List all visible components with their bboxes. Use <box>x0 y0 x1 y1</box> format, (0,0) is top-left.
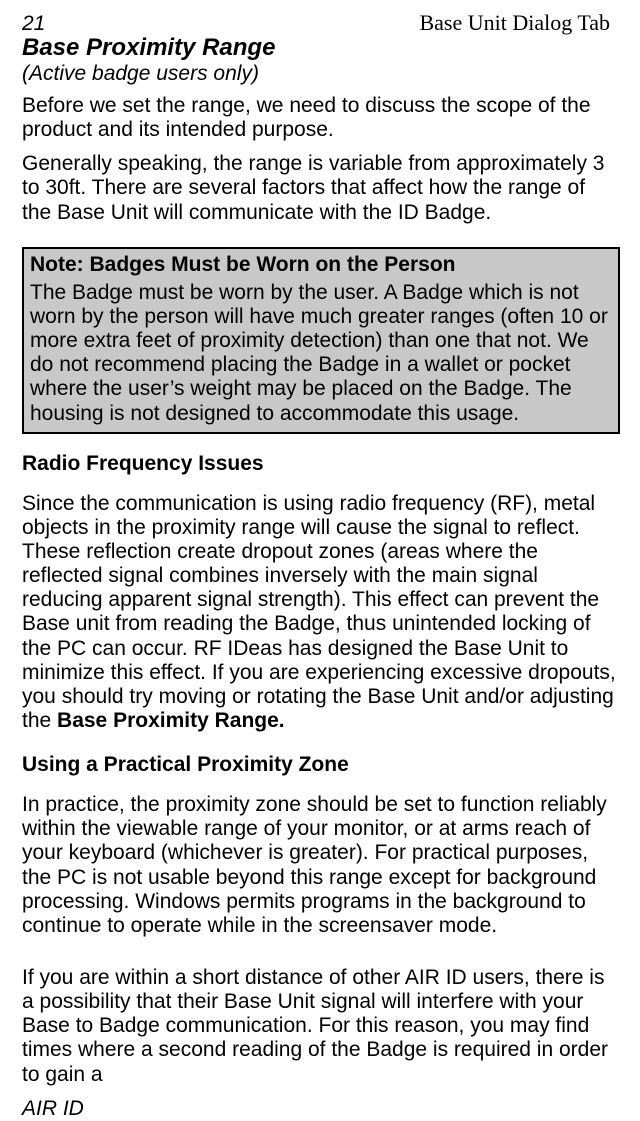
page-container: 21 Base Unit Dialog Tab Base Proximity R… <box>0 0 640 1115</box>
section-rf-body-text: Since the communication is using radio f… <box>22 492 616 732</box>
note-body: The Badge must be worn by the user. A Ba… <box>30 281 612 426</box>
section-heading-zone: Using a Practical Proximity Zone <box>22 753 620 777</box>
page-subtitle: (Active badge users only) <box>22 62 620 86</box>
page-header: 21 Base Unit Dialog Tab <box>22 10 620 36</box>
section-zone-body-1: In practice, the proximity zone should b… <box>22 793 620 938</box>
page-title: Base Proximity Range <box>22 34 620 62</box>
intro-paragraph-1: Before we set the range, we need to disc… <box>22 94 620 142</box>
note-box: Note: Badges Must be Worn on the Person … <box>22 247 620 434</box>
section-heading-rf: Radio Frequency Issues <box>22 452 620 476</box>
section-rf-body-bold: Base Proximity Range. <box>57 709 285 732</box>
header-right-text: Base Unit Dialog Tab <box>419 10 610 36</box>
intro-paragraph-2: Generally speaking, the range is variabl… <box>22 152 620 224</box>
note-title: Note: Badges Must be Worn on the Person <box>30 253 612 277</box>
page-footer: AIR ID <box>22 1097 620 1121</box>
section-rf-body: Since the communication is using radio f… <box>22 492 620 733</box>
page-number: 21 <box>22 12 45 36</box>
section-zone-body-2: If you are within a short distance of ot… <box>22 966 620 1087</box>
